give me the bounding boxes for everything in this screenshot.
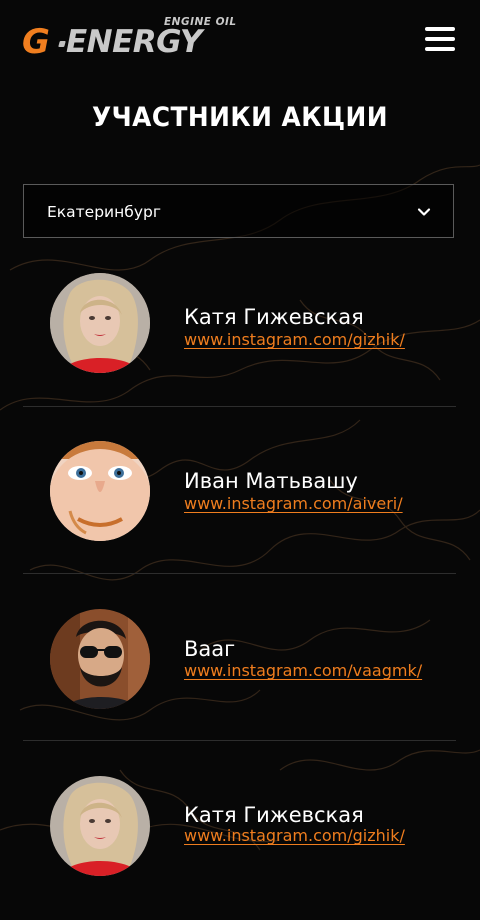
participant-avatar[interactable] [50,776,150,876]
participant-avatar[interactable] [50,441,150,541]
page-title: УЧАСТНИКИ АКЦИИ [91,102,388,133]
participants-list: Катя Гижевская www.instagram.com/gizhik/… [23,240,456,907]
participant-instagram-link[interactable]: www.instagram.com/aiveri/ [184,493,403,515]
participant-instagram-link[interactable]: www.instagram.com/vaagmk/ [184,660,422,682]
participant-item: Катя Гижевская www.instagram.com/gizhik/ [23,741,456,907]
participant-name: Иван Матьвашу [184,469,358,493]
g-energy-logo[interactable]: ENGINE OIL G ENERGY [22,14,242,66]
participant-name: Вааг [184,637,236,661]
city-select-value: Екатеринбург [47,203,161,221]
header: ENGINE OIL G ENERGY [0,0,480,80]
logo-letter-g: G [22,22,50,62]
participant-avatar[interactable] [50,609,150,709]
menu-bar [425,37,455,41]
participant-avatar[interactable] [50,273,150,373]
participant-item: Иван Матьвашу www.instagram.com/aiveri/ [23,407,456,574]
participant-instagram-link[interactable]: www.instagram.com/gizhik/ [184,825,405,847]
participant-name: Катя Гижевская [184,305,364,329]
menu-bar [425,47,455,51]
logo-dot [58,41,66,47]
participant-item: Катя Гижевская www.instagram.com/gizhik/ [23,240,456,407]
participant-instagram-link[interactable]: www.instagram.com/gizhik/ [184,329,405,351]
city-select[interactable]: Екатеринбург [23,184,454,238]
logo-wordmark: ENERGY [66,24,202,60]
participant-item: Вааг www.instagram.com/vaagmk/ [23,574,456,741]
chevron-down-icon [417,208,431,216]
menu-bar [425,27,455,31]
hamburger-menu-icon[interactable] [420,22,460,56]
